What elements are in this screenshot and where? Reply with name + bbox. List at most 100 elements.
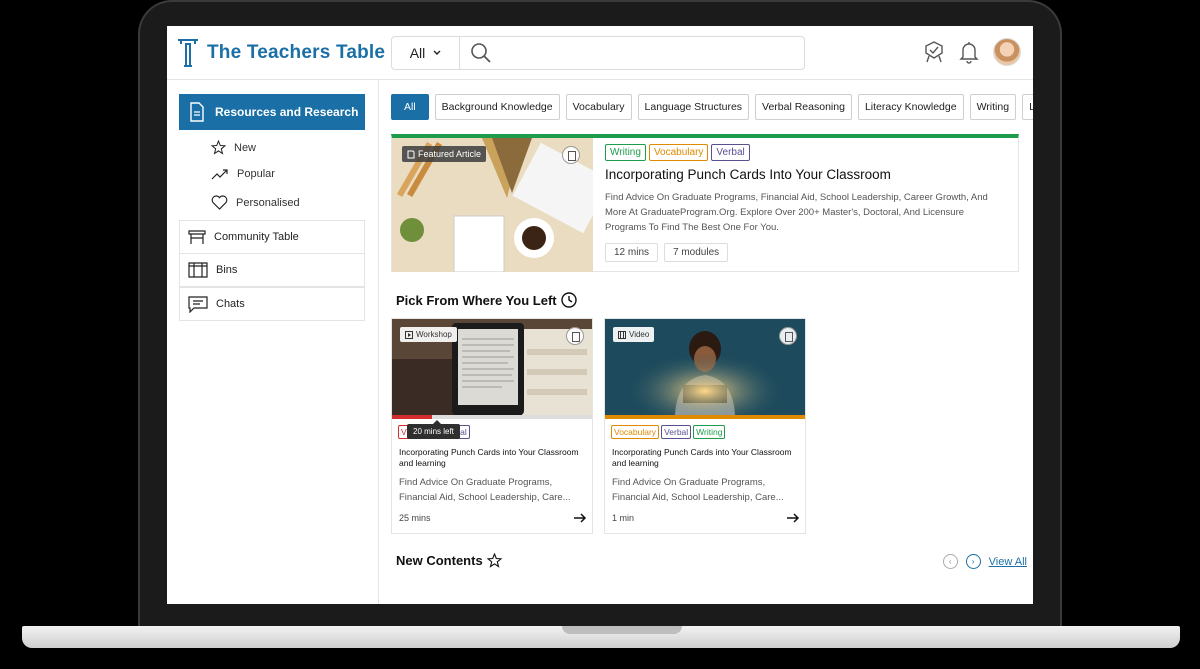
search-scope-label: All: [409, 45, 426, 61]
document-icon: [190, 102, 204, 122]
card-duration: 25 mins: [399, 513, 431, 523]
star-icon: [211, 140, 226, 155]
bookmark-icon[interactable]: [779, 327, 797, 345]
table-icon: [188, 230, 206, 244]
bookmark-icon[interactable]: [562, 146, 580, 164]
sidebar-item-community-table[interactable]: Community Table: [179, 220, 365, 254]
filter-chips: All Background Knowledge Vocabulary Lang…: [391, 94, 1033, 120]
user-avatar[interactable]: [993, 38, 1021, 66]
laptop-notch: [562, 626, 682, 634]
sidebar-item-label: Resources and Research: [215, 105, 359, 119]
clock-icon: [560, 292, 577, 308]
filter-chip[interactable]: Verbal Reasoning: [755, 94, 852, 120]
bins-icon: [188, 262, 208, 278]
sidebar-item-label: Community Table: [214, 231, 299, 243]
arrow-right-icon[interactable]: [573, 513, 587, 523]
featured-duration: 12 mins: [605, 243, 659, 262]
featured-tags: Writing Vocabulary Verbal: [605, 144, 1005, 161]
card-progress-bar: [605, 415, 805, 419]
chat-icon: [188, 295, 208, 313]
tag-vocabulary[interactable]: Vocabulary: [648, 144, 709, 161]
card-progress-fill: [392, 415, 432, 419]
featured-article-badge: Featured Article: [402, 146, 487, 162]
card-title[interactable]: Incorporating Punch Cards into Your Clas…: [612, 447, 798, 469]
card-title[interactable]: Incorporating Punch Cards into Your Clas…: [399, 447, 585, 469]
badge-icon[interactable]: [923, 40, 945, 64]
bookmark-icon[interactable]: [566, 327, 584, 345]
heart-icon: [211, 195, 228, 210]
trending-icon: [211, 169, 228, 180]
search-scope-select[interactable]: All: [392, 37, 460, 69]
section-title-text: Pick From Where You Left: [396, 292, 557, 308]
tag-verbal[interactable]: Verbal: [661, 425, 692, 439]
sidebar-subitem-new[interactable]: New: [211, 140, 256, 155]
search-bar: All: [391, 36, 805, 70]
sidebar-item-label: Chats: [216, 298, 245, 310]
card-duration: 1 min: [612, 513, 635, 523]
film-icon: [618, 330, 626, 339]
card-image: Workshop: [392, 319, 592, 415]
sidebar-item-chats[interactable]: Chats: [179, 287, 365, 321]
header-actions: [923, 38, 1021, 66]
carousel-controls: ‹ › View All: [942, 554, 1027, 569]
card-description: Find Advice On Graduate Programs, Financ…: [612, 477, 784, 503]
bell-icon[interactable]: [959, 40, 979, 64]
laptop-base: [22, 626, 1180, 648]
card-footer: 1 min: [612, 513, 800, 523]
view-all-link[interactable]: View All: [989, 556, 1027, 568]
card-progress-bar: [392, 415, 592, 419]
card-description: Find Advice On Graduate Programs, Financ…: [399, 477, 571, 503]
filter-chip-all[interactable]: All: [391, 94, 429, 120]
sidebar-item-resources[interactable]: Resources and Research: [179, 94, 365, 130]
filter-chip[interactable]: Literacy Knowledge: [857, 94, 964, 120]
filter-chip[interactable]: Writing: [969, 94, 1017, 120]
card-image: Video: [605, 319, 805, 415]
chevron-down-icon: [433, 50, 441, 55]
tag-verbal[interactable]: Verbal: [711, 144, 750, 161]
featured-description: Find Advice On Graduate Programs, Financ…: [605, 192, 988, 233]
sidebar-item-bins[interactable]: Bins: [179, 253, 365, 287]
sidebar-subitem-popular[interactable]: Popular: [211, 168, 275, 180]
app-screen: The Teachers Table All Resources and Res…: [167, 26, 1033, 604]
tag-vocabulary[interactable]: Vocabulary: [611, 425, 660, 439]
content-card[interactable]: Workshop V Verbal 20 mins left Incorpora…: [391, 318, 593, 534]
sidebar-subitem-label: New: [234, 141, 257, 154]
chevron-left-icon[interactable]: ‹: [942, 554, 958, 569]
time-left-tooltip: 20 mins left: [407, 420, 460, 439]
top-header: The Teachers Table All: [167, 26, 1033, 80]
sidebar-item-label: Bins: [216, 264, 238, 276]
content-card[interactable]: Video Vocabulary Verbal Writing Incorpor…: [604, 318, 806, 534]
arrow-right-icon[interactable]: [786, 513, 800, 523]
card-tags: Vocabulary Verbal Writing: [611, 425, 726, 439]
featured-article-card[interactable]: Featured Article Writing Vocabulary Verb…: [391, 134, 1019, 272]
app-logo[interactable]: The Teachers Table: [177, 38, 385, 68]
filter-chip[interactable]: Vocabulary: [565, 94, 632, 120]
tag-writing[interactable]: Writing: [693, 425, 726, 439]
filter-chip[interactable]: Language Structures: [637, 94, 750, 120]
search-icon[interactable]: [470, 42, 492, 64]
featured-modules: 7 modules: [664, 243, 729, 262]
featured-image: Featured Article: [392, 138, 593, 272]
continue-section-title: Pick From Where You Left: [396, 292, 577, 308]
star-icon: [486, 553, 502, 568]
new-section-title: New Contents: [396, 553, 502, 568]
featured-title[interactable]: Incorporating Punch Cards Into Your Clas…: [605, 167, 1005, 182]
sidebar: Resources and Research New Popular Perso…: [167, 80, 379, 604]
filter-chip[interactable]: Literacy: [1022, 94, 1033, 120]
logo-t-icon: [178, 39, 198, 67]
sidebar-subitem-personalised[interactable]: Personalised: [211, 195, 300, 210]
featured-body: Writing Vocabulary Verbal Incorporating …: [605, 144, 1005, 262]
section-title-text: New Contents: [396, 553, 483, 568]
tag-writing[interactable]: Writing: [605, 144, 646, 161]
chevron-right-icon[interactable]: ›: [965, 554, 981, 569]
play-icon: [405, 330, 413, 339]
main-content: All Background Knowledge Vocabulary Lang…: [379, 80, 1033, 604]
sidebar-subitem-label: Personalised: [236, 196, 300, 209]
card-progress-fill: [605, 415, 805, 419]
filter-chip[interactable]: Background Knowledge: [434, 94, 560, 120]
video-badge: Video: [613, 327, 655, 342]
featured-badge-label: Featured Article: [418, 149, 482, 159]
sidebar-subitem-label: Popular: [237, 168, 275, 180]
card-footer: 25 mins: [399, 513, 587, 523]
card-type-label: Workshop: [416, 330, 452, 339]
